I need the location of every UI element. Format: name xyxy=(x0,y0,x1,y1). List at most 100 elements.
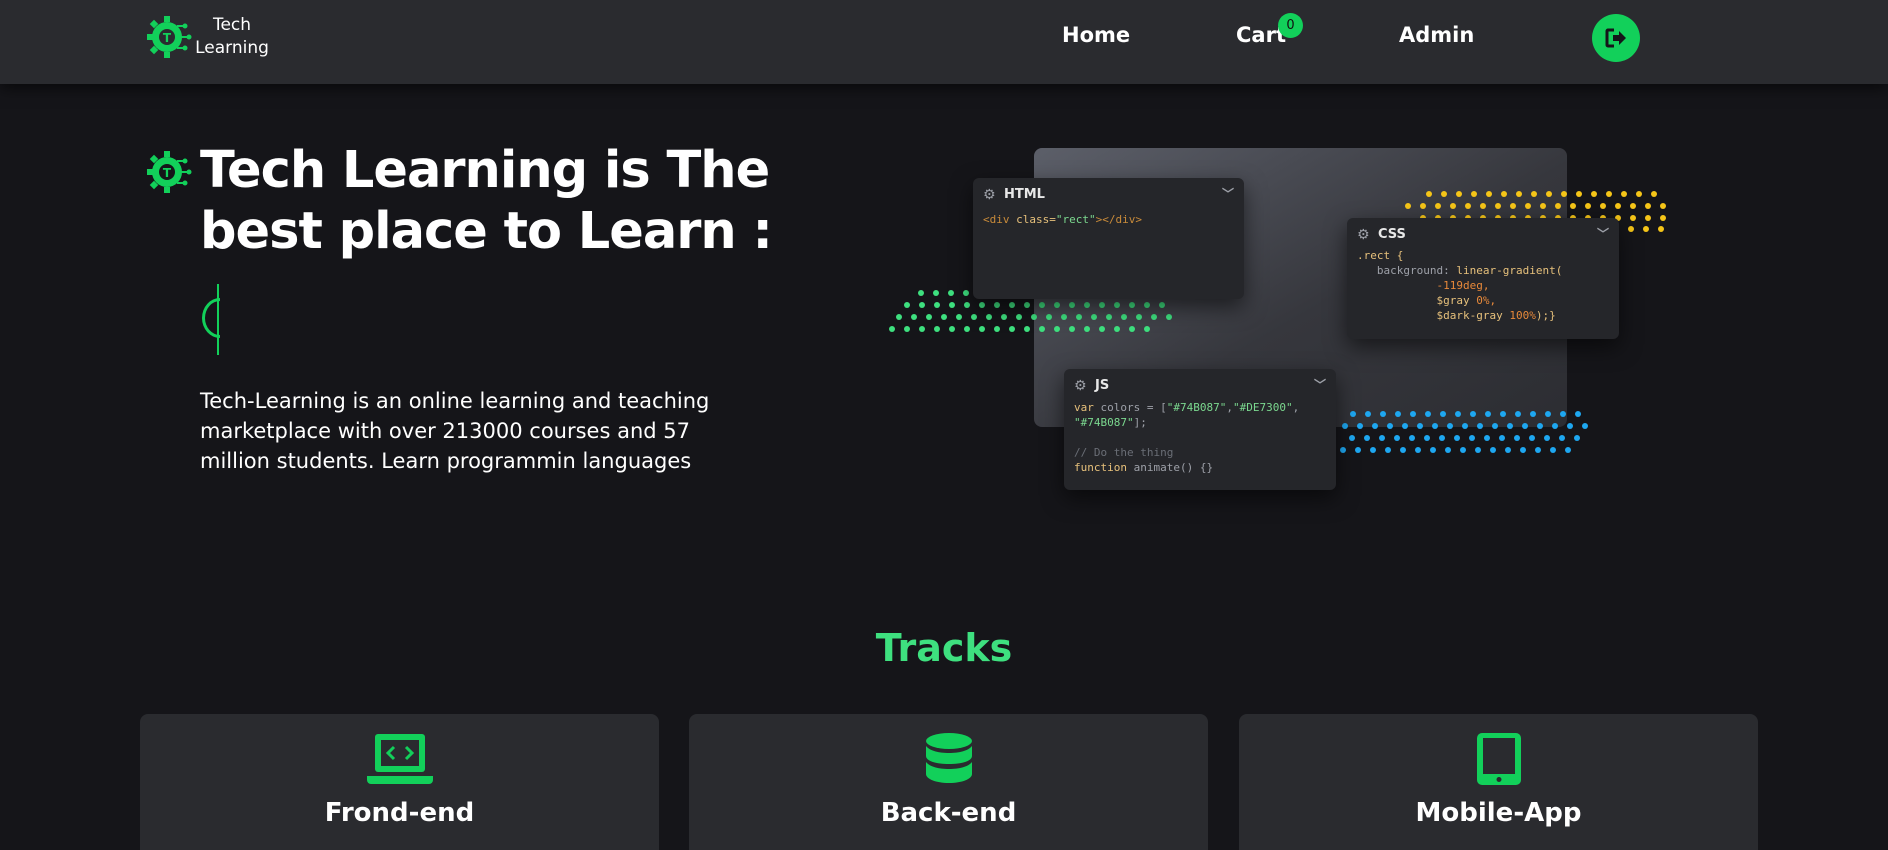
decorative-dot xyxy=(889,326,895,332)
decorative-dot xyxy=(1621,191,1627,197)
decorative-dot xyxy=(1424,435,1430,441)
typing-caret xyxy=(217,284,219,355)
decorative-dot xyxy=(1350,411,1356,417)
track-name: Frond-end xyxy=(324,798,475,828)
decorative-dot xyxy=(1402,423,1408,429)
svg-text:T: T xyxy=(163,166,172,180)
decorative-dot xyxy=(1658,226,1664,232)
code-token: -119deg, xyxy=(1436,279,1490,292)
decorative-dot xyxy=(1009,302,1015,308)
decorative-dot xyxy=(1106,314,1112,320)
decorative-dot xyxy=(1516,191,1522,197)
tablet-icon xyxy=(1476,733,1521,785)
decorative-dot xyxy=(1054,302,1060,308)
decorative-dot xyxy=(1099,302,1105,308)
decorative-dot xyxy=(1469,435,1475,441)
decorative-dot xyxy=(979,302,985,308)
decorative-dot xyxy=(1355,447,1361,453)
database-icon xyxy=(925,733,972,783)
chevron-down-icon[interactable]: ﹀ xyxy=(1597,227,1609,242)
decorative-dot xyxy=(1643,226,1649,232)
decorative-dot xyxy=(1550,447,1556,453)
nav-link-admin[interactable]: Admin xyxy=(1399,23,1474,47)
decorative-dot xyxy=(1425,411,1431,417)
decorative-dot xyxy=(1024,326,1030,332)
decorative-dot xyxy=(1576,191,1582,197)
html-code-panel: ⚙ HTML ﹀ <div class="rect"></div> xyxy=(973,178,1244,299)
decorative-dot xyxy=(1409,435,1415,441)
decorative-dot xyxy=(1606,191,1612,197)
track-card-frontend[interactable]: Frond-end xyxy=(140,714,659,850)
decorative-dot xyxy=(1484,435,1490,441)
code-token: "#DE7300" xyxy=(1232,401,1293,414)
decorative-dot xyxy=(1570,203,1576,209)
decorative-dot xyxy=(1455,411,1461,417)
logo[interactable]: T Tech Learning xyxy=(145,12,269,62)
decorative-dot xyxy=(1628,226,1634,232)
decorative-dot xyxy=(934,302,940,308)
decorative-dot xyxy=(986,314,992,320)
decorative-dot xyxy=(1144,302,1150,308)
decorative-dot xyxy=(1340,447,1346,453)
js-code-panel: ⚙ JS ﹀ var colors = ["#74B087","#DE7300"… xyxy=(1064,369,1336,490)
decorative-dot xyxy=(1410,411,1416,417)
nav-link-home[interactable]: Home xyxy=(1062,23,1130,47)
code-token: linear-gradient( xyxy=(1449,264,1563,277)
decorative-dot xyxy=(1501,191,1507,197)
code-token: colors = [ xyxy=(1093,401,1167,414)
decorative-dot xyxy=(1447,423,1453,429)
logo-text-line1: Tech xyxy=(212,15,252,35)
decorative-dot xyxy=(1385,447,1391,453)
decorative-dot xyxy=(1114,326,1120,332)
decorative-dot xyxy=(1394,435,1400,441)
code-token: 0%, xyxy=(1469,294,1497,307)
gear-icon: ⚙ xyxy=(1074,377,1087,394)
decorative-dot xyxy=(964,326,970,332)
decorative-dot xyxy=(1477,423,1483,429)
decorative-dot xyxy=(1560,411,1566,417)
decorative-dot xyxy=(1645,215,1651,221)
code-token: var xyxy=(1074,401,1094,414)
track-card-backend[interactable]: Back-end xyxy=(689,714,1208,850)
decorative-dot xyxy=(1426,191,1432,197)
decorative-dot xyxy=(1630,215,1636,221)
decorative-dot xyxy=(1514,435,1520,441)
decorative-dot xyxy=(1582,423,1588,429)
decorative-dot xyxy=(1475,447,1481,453)
decorative-dot xyxy=(1615,203,1621,209)
code-token: $dark-gray xyxy=(1436,309,1503,322)
decorative-dot xyxy=(1480,203,1486,209)
code-token: background: xyxy=(1376,264,1450,277)
decorative-dot xyxy=(1061,314,1067,320)
chevron-down-icon[interactable]: ﹀ xyxy=(1222,187,1234,202)
track-card-mobile[interactable]: Mobile-App xyxy=(1239,714,1758,850)
code-token: "#74B087" xyxy=(1166,401,1227,414)
decorative-dot xyxy=(1460,447,1466,453)
decorative-dot xyxy=(964,302,970,308)
decorative-dot xyxy=(1490,447,1496,453)
decorative-dot xyxy=(1660,215,1666,221)
decorative-dot xyxy=(1525,203,1531,209)
decorative-dot xyxy=(1405,203,1411,209)
decorative-dot xyxy=(1342,423,1348,429)
decorative-dot xyxy=(1450,203,1456,209)
decorative-dot xyxy=(1387,423,1393,429)
decorative-dot xyxy=(1651,191,1657,197)
decorative-dot xyxy=(1561,191,1567,197)
decorative-dot xyxy=(1009,326,1015,332)
logout-button[interactable] xyxy=(1592,14,1640,62)
decorative-dot xyxy=(963,290,969,296)
decorative-dot xyxy=(1357,423,1363,429)
decorative-dot xyxy=(1485,411,1491,417)
code-token: "#74B087" xyxy=(1074,416,1134,429)
decorative-dot xyxy=(1091,314,1097,320)
decorative-dot xyxy=(1546,191,1552,197)
chevron-down-icon[interactable]: ﹀ xyxy=(1314,378,1326,393)
decorative-dot xyxy=(1364,435,1370,441)
decorative-dot xyxy=(1144,326,1150,332)
decorative-dot xyxy=(994,302,1000,308)
decorative-dot xyxy=(1370,447,1376,453)
code-token: <div xyxy=(983,213,1017,226)
navbar: T Tech Learning Home Cart 0 Admin xyxy=(0,0,1888,84)
svg-text:T: T xyxy=(163,31,172,45)
